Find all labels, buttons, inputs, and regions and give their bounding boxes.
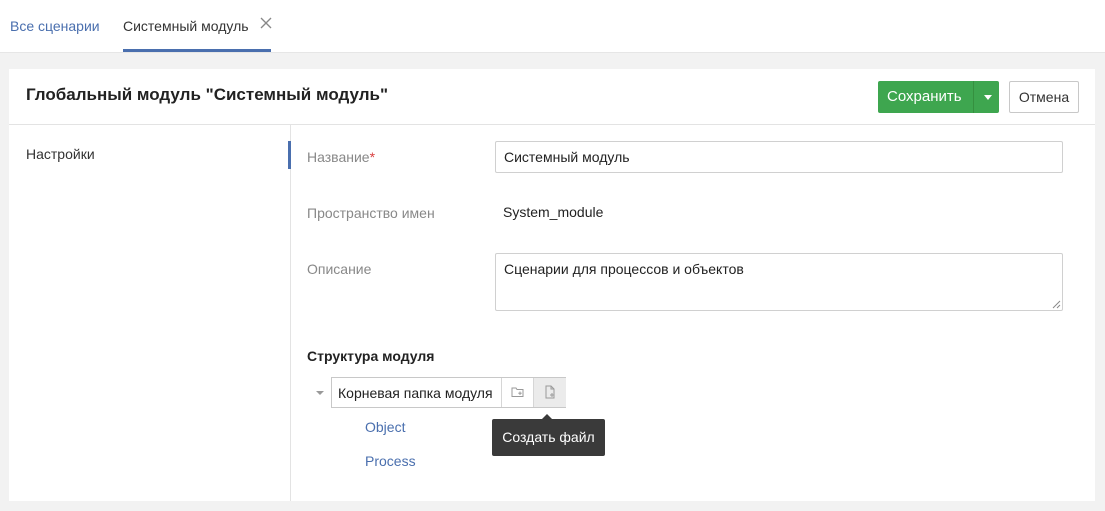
tooltip-text: Создать файл	[502, 429, 595, 445]
close-icon[interactable]	[258, 15, 274, 31]
namespace-label: Пространство имен	[307, 205, 435, 221]
new-folder-button[interactable]	[501, 378, 534, 407]
file-plus-icon	[545, 385, 555, 399]
description-label: Описание	[307, 261, 372, 277]
save-divider	[973, 81, 974, 113]
tooltip-arrow	[542, 414, 552, 419]
new-file-button[interactable]	[533, 378, 566, 407]
module-card: Глобальный модуль "Системный модуль" Сох…	[9, 69, 1095, 501]
sidebar: Настройки	[9, 125, 291, 501]
active-tab-indicator	[123, 49, 271, 52]
tree-item-process[interactable]: Process	[365, 453, 416, 469]
save-button[interactable]: Сохранить	[878, 81, 999, 113]
root-folder-node[interactable]: Корневая папка модуля	[331, 377, 566, 408]
create-file-tooltip: Создать файл	[492, 414, 605, 456]
cancel-button-label: Отмена	[1018, 89, 1070, 105]
structure-title: Структура модуля	[307, 348, 435, 364]
sidebar-item-settings[interactable]: Настройки	[9, 141, 291, 169]
namespace-value: System_module	[503, 204, 604, 220]
name-label: Название*	[307, 149, 375, 165]
chevron-down-icon[interactable]	[316, 391, 324, 395]
name-label-text: Название	[307, 149, 370, 165]
required-mark: *	[369, 149, 376, 165]
description-textarea[interactable]: Сценарии для процессов и объектов	[495, 253, 1063, 311]
tab-system-module[interactable]: Системный модуль	[123, 16, 249, 36]
tab-all-scenarios[interactable]: Все сценарии	[10, 16, 100, 36]
name-input-value: Системный модуль	[504, 149, 630, 165]
card-header: Глобальный модуль "Системный модуль" Сох…	[9, 69, 1095, 125]
name-input[interactable]: Системный модуль	[495, 141, 1063, 173]
save-button-label: Сохранить	[887, 88, 962, 105]
root-folder-label: Корневая папка модуля	[338, 385, 493, 401]
folder-plus-icon	[511, 387, 524, 397]
description-value: Сценарии для процессов и объектов	[504, 261, 744, 277]
tabs-bar: Все сценарии Системный модуль	[0, 0, 1105, 53]
tree-item-object[interactable]: Object	[365, 419, 405, 435]
sidebar-item-label: Настройки	[26, 146, 95, 162]
resize-grip-icon[interactable]	[1052, 300, 1061, 309]
chevron-down-icon[interactable]	[984, 95, 992, 100]
page-title: Глобальный модуль "Системный модуль"	[26, 85, 389, 104]
cancel-button[interactable]: Отмена	[1009, 81, 1079, 113]
sidebar-active-indicator	[288, 141, 291, 169]
